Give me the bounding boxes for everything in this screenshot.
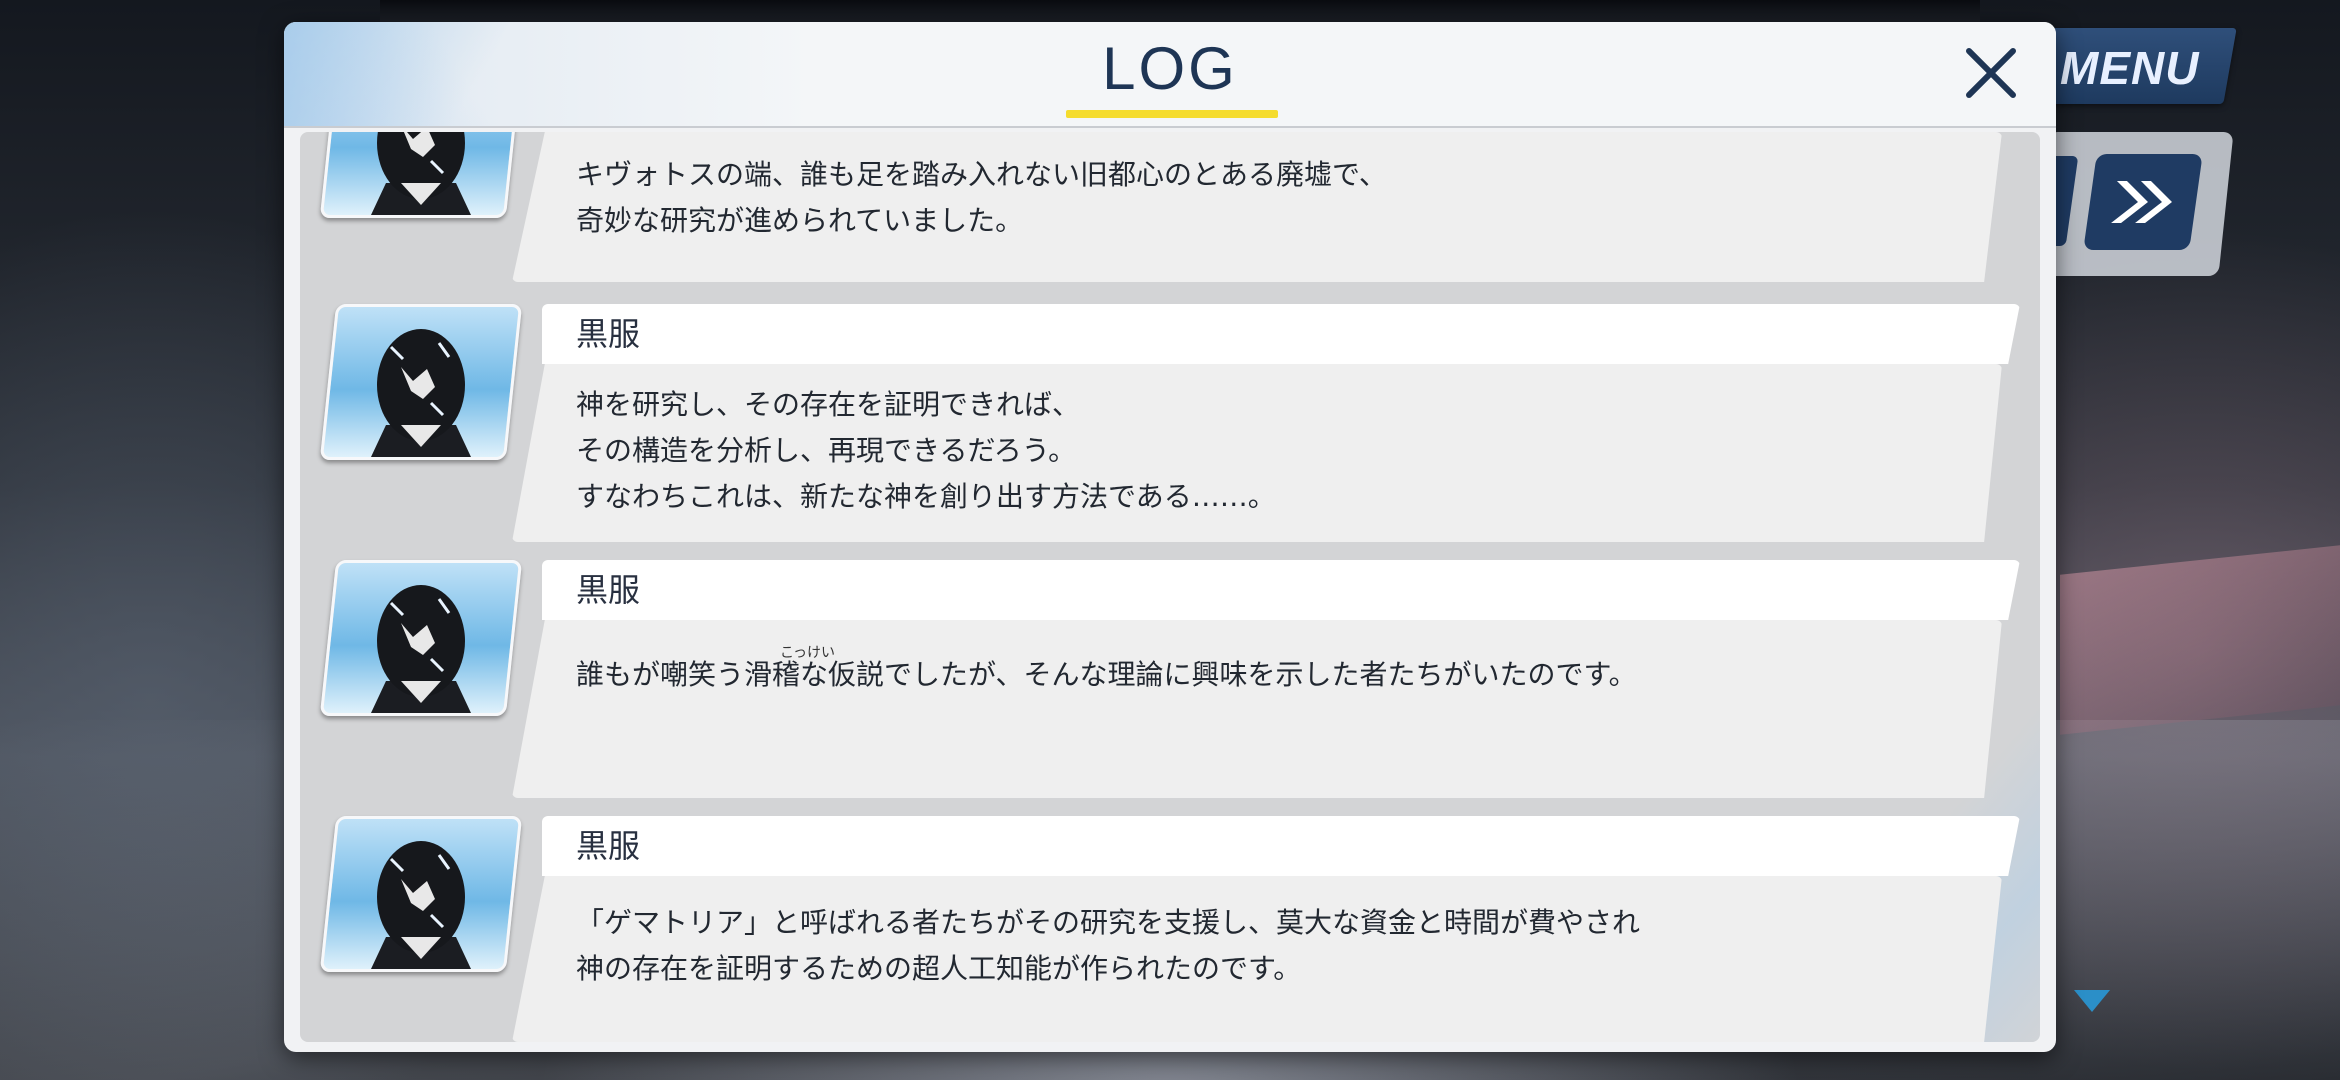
dialogue-bubble bbox=[512, 620, 2002, 798]
kurofuku-portrait-icon bbox=[371, 132, 471, 215]
log-header: LOG bbox=[284, 22, 2056, 128]
kurofuku-portrait-icon bbox=[371, 841, 471, 969]
log-title: LOG bbox=[1102, 35, 1238, 102]
log-window: LOG キヴォトスの端、誰も足を踏み入れない旧都心のとある廃墟で、 奇妙な研究が… bbox=[284, 22, 2056, 1052]
close-button[interactable] bbox=[1956, 38, 2026, 108]
fast-forward-button[interactable] bbox=[2083, 154, 2203, 250]
speaker-name: 黒服 bbox=[576, 571, 641, 609]
log-list[interactable]: キヴォトスの端、誰も足を踏み入れない旧都心のとある廃墟で、 奇妙な研究が進められ… bbox=[300, 132, 2040, 1042]
background-panel bbox=[2060, 545, 2340, 735]
speaker-name: 黒服 bbox=[576, 315, 641, 353]
dialogue-text: キヴォトスの端、誰も足を踏み入れない旧都心のとある廃墟で、 奇妙な研究が進められ… bbox=[576, 158, 1387, 237]
speaker-avatar bbox=[319, 560, 523, 716]
menu-button-label: MENU bbox=[2060, 42, 2200, 94]
dialogue-text: 誰もが嘲笑う滑稽な仮説でしたが、そんな理論に興味を示した者たちがいたのです。 bbox=[576, 658, 1637, 691]
speaker-avatar bbox=[319, 132, 523, 218]
speaker-name-tab bbox=[542, 560, 2020, 620]
speaker-name: 黒服 bbox=[576, 827, 641, 865]
close-icon bbox=[1966, 48, 2016, 98]
speaker-avatar bbox=[319, 816, 523, 972]
fast-forward-icon bbox=[2111, 181, 2172, 223]
scroll-down-indicator-icon bbox=[2074, 990, 2110, 1012]
title-underline bbox=[1066, 110, 1278, 118]
dialogue-text: 神を研究し、その存在を証明できれば、 その構造を分析し、再現できるだろう。 すな… bbox=[576, 388, 1276, 513]
kurofuku-portrait-icon bbox=[371, 329, 471, 457]
speaker-name-tab bbox=[542, 304, 2020, 364]
dialogue-text: 「ゲマトリア」と呼ばれる者たちがその研究を支援し、莫大な資金と時間が費やされ 神… bbox=[576, 906, 1641, 985]
speaker-name-tab bbox=[542, 816, 2020, 876]
kurofuku-portrait-icon bbox=[371, 585, 471, 713]
speaker-avatar bbox=[319, 304, 523, 460]
